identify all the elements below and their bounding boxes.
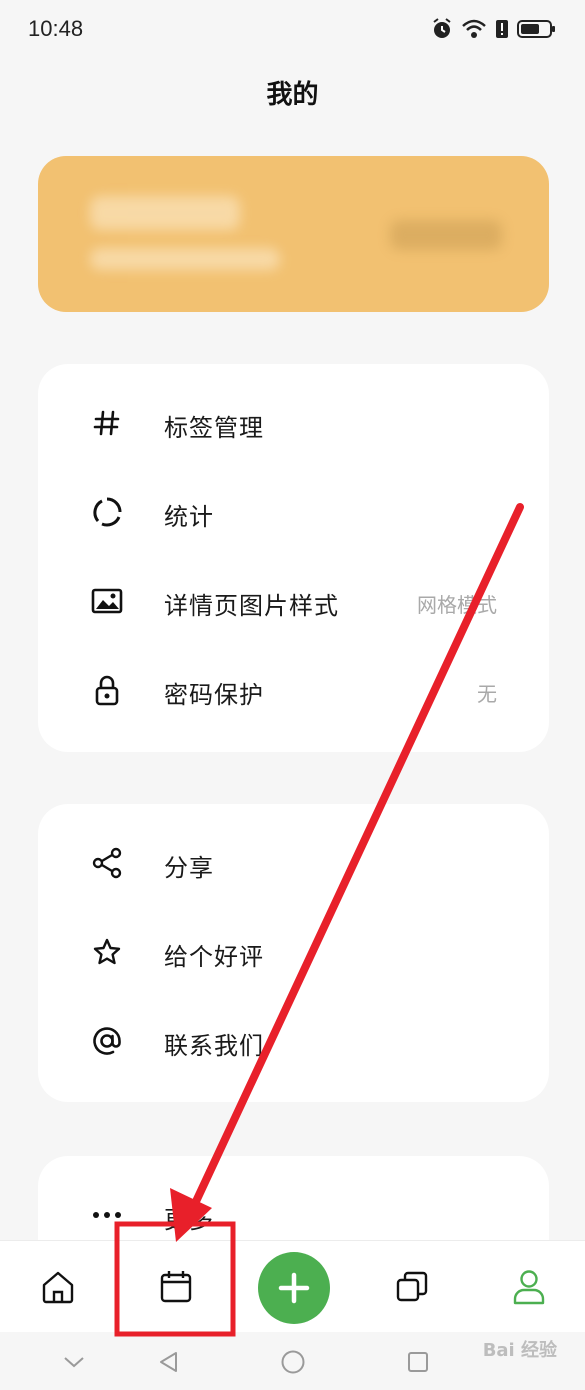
page-title: 我的 [266,80,319,110]
image-icon [90,584,124,618]
lock-icon [90,673,124,707]
more-icon [90,1198,124,1232]
sys-recents[interactable] [404,1348,432,1376]
settings-item-stats[interactable]: 统计 [38,469,549,557]
banner-subtitle-blur [90,248,280,270]
status-bar: 10:48 [0,0,585,62]
bottom-navigation [0,1240,585,1333]
alarm-icon [433,18,451,38]
settings-item-label: 给个好评 [164,943,264,971]
banner-action-blur[interactable] [390,220,502,250]
hash-icon [90,406,124,440]
back-chevron-icon [64,1357,84,1368]
settings-item-label: 联系我们 [164,1032,264,1060]
battery-icon [517,20,555,38]
share-icon [90,846,124,880]
sys-back[interactable] [155,1348,183,1376]
settings-item-label: 密码保护 [164,681,264,709]
settings-item-value: 网格模式 [417,593,497,617]
nav-profile[interactable] [505,1263,553,1311]
sys-collapse[interactable] [60,1348,88,1376]
settings-item-share[interactable]: 分享 [38,820,549,908]
settings-card-primary: 标签管理 统计 详情页图片样式 网格模式 密码保护 无 [38,364,549,752]
at-icon [90,1024,124,1058]
wifi-icon [462,19,486,38]
calendar-icon [160,1271,192,1303]
premium-banner[interactable] [38,156,549,312]
settings-item-label: 标签管理 [164,414,264,442]
settings-item-label: 详情页图片样式 [164,592,339,620]
home-circle-icon [281,1350,305,1374]
status-time: 10:48 [28,16,84,41]
settings-item-label: 分享 [164,854,214,882]
settings-item-rate[interactable]: 给个好评 [38,909,549,997]
recent-square-icon [408,1352,428,1372]
alert-icon [496,20,508,38]
settings-item-tags[interactable]: 标签管理 [38,380,549,468]
nav-add-button[interactable] [258,1252,330,1324]
copy-icon [396,1271,428,1302]
add-icon [278,1272,310,1304]
settings-item-label: 统计 [164,503,214,531]
settings-item-contact[interactable]: 联系我们 [38,998,549,1086]
settings-item-value: 无 [477,682,497,706]
watermark: Bai 经验 [482,1340,557,1361]
settings-card-social: 分享 给个好评 联系我们 [38,804,549,1102]
settings-item-label: 更多 [164,1206,214,1234]
banner-title-blur [90,196,240,230]
settings-item-password[interactable]: 密码保护 无 [38,647,549,735]
settings-item-image-style[interactable]: 详情页图片样式 网格模式 [38,558,549,646]
nav-calendar[interactable] [152,1263,200,1311]
profile-icon [513,1270,545,1305]
nav-home[interactable] [34,1263,82,1311]
nav-collections[interactable] [388,1263,436,1311]
status-icons [431,18,557,40]
star-icon [90,935,124,969]
stats-ring-icon [90,495,124,529]
home-icon [42,1271,74,1304]
triangle-back-icon [160,1352,177,1372]
sys-home[interactable] [279,1348,307,1376]
